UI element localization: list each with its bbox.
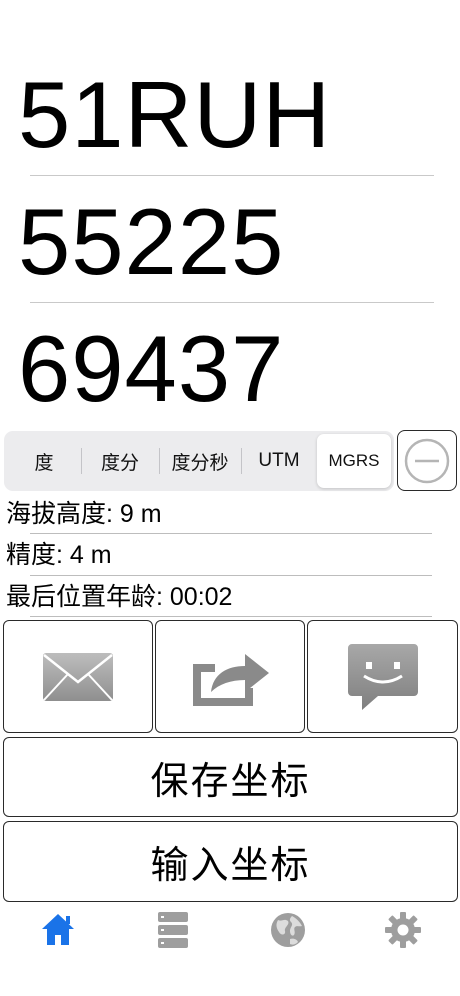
action-row bbox=[3, 620, 458, 733]
mgrs-easting-value: 55225 bbox=[18, 189, 285, 294]
gear-icon bbox=[384, 912, 421, 948]
tab-list[interactable] bbox=[115, 902, 230, 996]
globe-icon bbox=[270, 913, 305, 947]
divider bbox=[30, 575, 432, 576]
tab-map[interactable] bbox=[230, 902, 345, 996]
share-arrow-icon bbox=[193, 653, 269, 706]
format-option-degrees-minutes[interactable]: 度分 bbox=[81, 434, 159, 488]
separator bbox=[30, 302, 434, 303]
altitude-text: 海拔高度: 9 m bbox=[6, 500, 162, 528]
tab-settings[interactable] bbox=[345, 902, 460, 996]
mgrs-northing-value: 69437 bbox=[18, 316, 285, 421]
tab-bar bbox=[0, 902, 460, 996]
remove-button[interactable] bbox=[397, 430, 457, 491]
minus-circle-icon bbox=[404, 438, 450, 483]
home-icon bbox=[41, 914, 74, 945]
format-option-degrees[interactable]: 度 bbox=[7, 434, 81, 488]
save-coordinates-button[interactable]: 保存坐标 bbox=[3, 737, 458, 817]
share-button[interactable] bbox=[155, 620, 305, 733]
message-button[interactable] bbox=[307, 620, 458, 733]
coordinate-format-selector: 度 度分 度分秒 UTM MGRS bbox=[4, 431, 394, 491]
email-button[interactable] bbox=[3, 620, 153, 733]
format-option-degrees-minutes-seconds[interactable]: 度分秒 bbox=[159, 434, 241, 488]
tab-home[interactable] bbox=[0, 902, 115, 996]
divider bbox=[30, 616, 432, 617]
accuracy-text: 精度: 4 m bbox=[6, 541, 112, 569]
divider bbox=[30, 533, 432, 534]
stack-list-icon bbox=[157, 912, 188, 948]
format-option-mgrs[interactable]: MGRS bbox=[317, 434, 391, 488]
envelope-icon bbox=[43, 652, 113, 701]
last-fix-age-text: 最后位置年龄: 00:02 bbox=[6, 583, 233, 611]
mgrs-zone-value: 51RUH bbox=[18, 62, 332, 167]
separator bbox=[30, 175, 434, 176]
format-option-utm[interactable]: UTM bbox=[241, 434, 317, 488]
input-coordinates-button[interactable]: 输入坐标 bbox=[3, 821, 458, 902]
chat-bubble-icon bbox=[347, 643, 418, 710]
